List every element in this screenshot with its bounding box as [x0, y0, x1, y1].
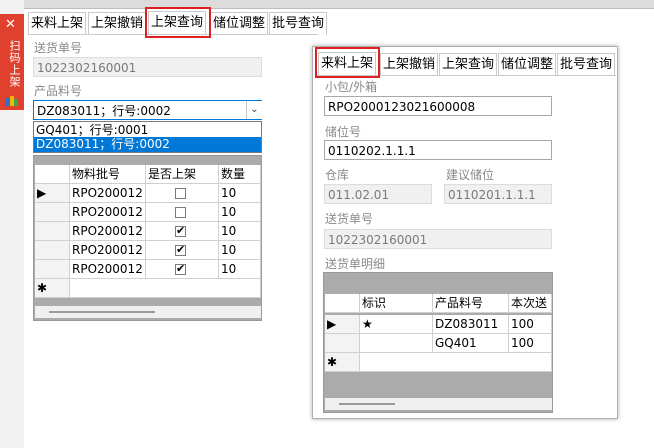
new-row-header[interactable]: ✱ — [35, 279, 70, 298]
new-row[interactable] — [360, 353, 552, 372]
bg-delivery-field: 1022302160001 — [33, 57, 262, 77]
column-header[interactable]: 物料批号 — [70, 165, 146, 184]
row-header[interactable] — [35, 260, 70, 279]
grid-corner — [35, 165, 70, 184]
bg-tab-adjust[interactable]: 储位调整 — [210, 12, 269, 35]
new-row[interactable] — [70, 279, 261, 298]
row-header[interactable] — [35, 203, 70, 222]
location-label: 储位号 — [325, 125, 362, 139]
fg-delivery-label: 送货单号 — [325, 212, 374, 226]
onshelf-checkbox[interactable]: ✔ — [175, 262, 186, 275]
column-header[interactable]: 标识 — [360, 294, 433, 313]
dropdown-option[interactable]: GQ401；行号:0001 — [36, 123, 148, 137]
bg-product-label: 产品料号 — [34, 84, 83, 98]
table-cell[interactable]: 100 — [509, 334, 552, 353]
app-logo-icon — [6, 96, 18, 106]
warehouse-label: 仓库 — [325, 168, 350, 182]
bg-tab-batch[interactable]: 批号查询 — [269, 12, 328, 35]
onshelf-checkbox[interactable]: ✔ — [175, 243, 186, 256]
flag-cell[interactable] — [360, 334, 433, 353]
onshelf-checkbox[interactable] — [175, 188, 186, 199]
fg-highlight-box — [315, 47, 380, 78]
row-header[interactable]: ▶ — [325, 315, 360, 334]
table-cell[interactable]: 10 — [219, 184, 261, 203]
column-header[interactable]: 产品料号 — [433, 294, 509, 313]
bg-delivery-label: 送货单号 — [34, 41, 83, 55]
bg-product-selected-value: DZ083011；行号:0002 — [37, 104, 171, 118]
fg-grid-scrollbar[interactable] — [325, 398, 552, 410]
suggest-field: 0110201.1.1.1 — [444, 184, 552, 204]
table-cell[interactable]: DZ083011 — [433, 315, 509, 334]
bg-tab-cancel[interactable]: 上架撤销 — [88, 12, 147, 35]
top-menu-strip — [0, 0, 654, 9]
grid-corner — [325, 294, 360, 313]
package-input[interactable]: RPO2000123021600008 — [324, 96, 552, 116]
table-cell[interactable]: RPO200012 — [70, 241, 146, 260]
onshelf-checkbox[interactable]: ✔ — [175, 224, 186, 237]
table-cell[interactable]: 100 — [509, 315, 552, 334]
fg-tab-adjust[interactable]: 储位调整 — [498, 53, 557, 76]
bg-highlight-box — [145, 7, 211, 38]
package-label: 小包/外箱 — [325, 80, 378, 94]
fg-tab-cancel[interactable]: 上架撤销 — [380, 53, 439, 76]
dropdown-option-selected[interactable]: DZ083011；行号:0002 — [34, 137, 261, 152]
chevron-down-icon[interactable]: ⌄ — [246, 101, 262, 119]
flag-cell[interactable]: ★ — [360, 315, 433, 334]
table-cell[interactable]: 10 — [219, 260, 261, 279]
onshelf-checkbox[interactable] — [175, 207, 186, 218]
fg-delivery-field: 1022302160001 — [324, 229, 552, 249]
warehouse-field: 011.02.01 — [324, 184, 432, 204]
row-header[interactable] — [35, 222, 70, 241]
bg-tab-incoming[interactable]: 来料上架 — [28, 12, 87, 35]
close-icon[interactable]: ✕ — [5, 17, 16, 32]
table-cell[interactable]: GQ401 — [433, 334, 509, 353]
new-row-header[interactable]: ✱ — [325, 353, 360, 372]
table-cell[interactable]: 10 — [219, 241, 261, 260]
column-header[interactable]: 数量 — [219, 165, 261, 184]
row-header[interactable]: ▶ — [35, 184, 70, 203]
bg-grid-scrollbar[interactable] — [35, 306, 261, 318]
row-header[interactable] — [325, 334, 360, 353]
table-cell[interactable]: 10 — [219, 203, 261, 222]
row-header[interactable] — [35, 241, 70, 260]
suggest-label: 建议储位 — [446, 168, 495, 182]
bg-product-select[interactable]: DZ083011；行号:0002 — [33, 100, 262, 120]
fg-tab-query[interactable]: 上架查询 — [439, 53, 498, 76]
column-header[interactable]: 本次送 — [509, 294, 552, 313]
table-cell[interactable]: 10 — [219, 222, 261, 241]
detail-label: 送货单明细 — [325, 257, 386, 271]
table-cell[interactable]: RPO200012 — [70, 184, 146, 203]
table-cell[interactable]: RPO200012 — [70, 203, 146, 222]
table-cell[interactable]: RPO200012 — [70, 222, 146, 241]
fg-tab-batch[interactable]: 批号查询 — [557, 53, 616, 76]
table-cell[interactable]: RPO200012 — [70, 260, 146, 279]
location-input[interactable]: 0110202.1.1.1 — [324, 140, 552, 160]
column-header[interactable]: 是否上架 — [146, 165, 219, 184]
sidebar-title: 扫码上架 — [8, 40, 21, 88]
